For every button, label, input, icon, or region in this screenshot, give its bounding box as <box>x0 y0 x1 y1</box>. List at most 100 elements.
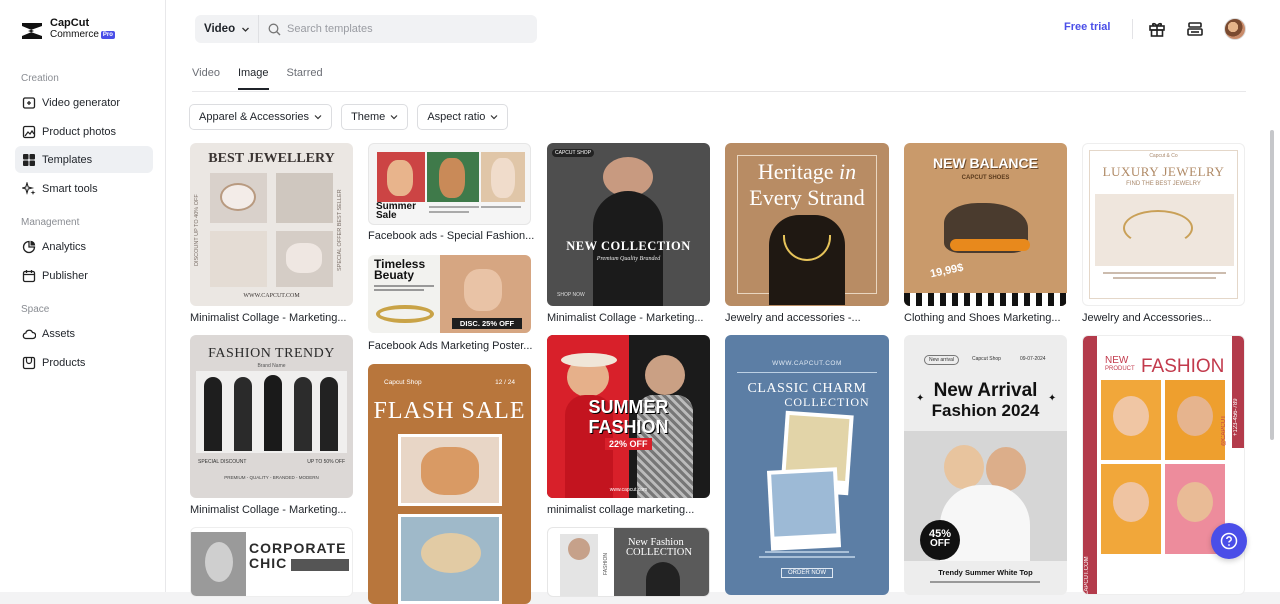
template-card-new-collection[interactable]: CAPCUT SHOP NEW COLLECTION Premium Quali… <box>547 143 710 306</box>
sidebar-item-label: Products <box>42 356 86 369</box>
tab-starred[interactable]: Starred <box>287 65 323 90</box>
card-title: NEW COLLECTION <box>566 239 691 253</box>
search-icon <box>268 23 281 35</box>
type-select[interactable]: Video <box>195 15 259 43</box>
filter-label: Apparel & Accessories <box>199 111 310 123</box>
card-subtitle: Premium Quality Branded <box>596 256 661 262</box>
sidebar-item-templates[interactable]: Templates <box>15 146 153 173</box>
sidebar-item-label: Analytics <box>42 240 87 253</box>
calendar-icon <box>22 269 36 282</box>
card-title: Heritage in <box>725 159 889 185</box>
card-subtitle: FIND THE BEST JEWELRY <box>1126 181 1201 187</box>
scrollbar-thumb[interactable] <box>1270 130 1274 440</box>
avatar[interactable] <box>1224 18 1246 40</box>
template-card-luxury-jewelry[interactable]: Capcut & Co LUXURY JEWELRY FIND THE BEST… <box>1082 143 1245 306</box>
products-icon <box>22 356 36 369</box>
template-card-heritage[interactable]: Heritage in Every Strand <box>725 143 889 306</box>
stack-icon[interactable] <box>1185 19 1205 39</box>
sidebar-item-label: Product photos <box>42 125 116 138</box>
card-title-2: CHIC <box>249 555 288 571</box>
template-card-fashion-trendy[interactable]: FASHION TRENDY Brand Name SPECIAL DISCOU… <box>190 335 353 498</box>
card-title: FLASH SALE <box>373 398 526 424</box>
template-caption[interactable]: Minimalist Collage - Marketing... <box>190 312 347 324</box>
sidebar-item-label: Smart tools <box>42 182 98 195</box>
card-side-text-3: CAPCUT.COM <box>1084 556 1090 595</box>
filter-theme[interactable]: Theme <box>341 104 409 130</box>
template-card-new-balance[interactable]: NEW BALANCE CAPCUT SHOES 19,99$ <box>904 143 1067 306</box>
filter-label: Aspect ratio <box>427 111 486 123</box>
sidebar-item-product-photos[interactable]: Product photos <box>15 118 153 145</box>
sparkle-icon: ✦ <box>916 393 925 404</box>
template-card-best-jewellery[interactable]: BEST JEWELLERY DISCOUNT UP TO 40% OFF SP… <box>190 143 353 306</box>
pro-badge: Pro <box>100 30 115 39</box>
card-title: New Arrival <box>933 380 1038 401</box>
filter-bar: Apparel & Accessories Theme Aspect ratio <box>189 104 509 130</box>
sidebar-item-smart-tools[interactable]: Smart tools <box>15 175 153 202</box>
card-url: WWW.CAPCUT.COM <box>772 360 842 367</box>
templates-icon <box>23 153 35 166</box>
sidebar-item-video-generator[interactable]: Video generator <box>15 89 153 116</box>
card-footer: ORDER NOW <box>781 568 833 578</box>
sidebar-item-analytics[interactable]: Analytics <box>15 233 153 260</box>
card-footer: www.capcut.com <box>609 487 648 493</box>
card-title-1: SUMMER <box>588 397 669 417</box>
card-side-text: DISCOUNT UP TO 40% OFF <box>194 194 200 266</box>
type-select-value: Video <box>204 23 236 35</box>
card-title-2: COLLECTION <box>626 547 692 558</box>
card-side-text-2: @CAPCUT <box>1221 415 1227 446</box>
gift-icon[interactable] <box>1147 19 1167 39</box>
template-card-new-arrival[interactable]: New arrival Capcut Shop 09-07-2024 New A… <box>904 335 1067 595</box>
card-title: Timeless Beuaty <box>374 257 426 282</box>
free-trial-link[interactable]: Free trial <box>1064 21 1110 33</box>
template-caption[interactable]: Jewelry and Accessories... <box>1082 312 1212 324</box>
cloud-icon <box>22 329 36 339</box>
header-divider <box>1132 19 1133 39</box>
card-badge-2: OFF <box>930 538 950 549</box>
chevron-down-icon <box>314 115 322 120</box>
template-caption[interactable]: Clothing and Shoes Marketing... <box>904 312 1061 324</box>
sidebar-item-assets[interactable]: Assets <box>15 320 153 347</box>
tab-video[interactable]: Video <box>192 65 220 90</box>
sparkle-icon <box>22 181 36 195</box>
template-card-flash-sale[interactable]: Capcut Shop 12 / 24 FLASH SALE <box>368 364 531 604</box>
filter-aspect-ratio[interactable]: Aspect ratio <box>417 104 509 130</box>
card-footer: WWW.CAPCUT.COM <box>243 293 300 299</box>
filter-category[interactable]: Apparel & Accessories <box>189 104 333 130</box>
card-subtitle: COLLECTION <box>784 395 870 409</box>
sidebar: CapCut Commerce Pro Creation Video genera… <box>0 0 166 592</box>
template-caption[interactable]: Jewelry and accessories -... <box>725 312 861 324</box>
tab-image[interactable]: Image <box>237 65 269 90</box>
card-title: FASHION TRENDY <box>208 346 335 361</box>
card-price: 19,99$ <box>929 261 965 281</box>
section-label-management: Management <box>21 217 80 228</box>
card-badge: 22% OFF <box>605 438 652 450</box>
template-card-classic-charm[interactable]: WWW.CAPCUT.COM CLASSIC CHARM COLLECTION … <box>725 335 889 595</box>
chevron-down-icon <box>390 115 398 120</box>
template-card-timeless-beauty[interactable]: Timeless Beuaty DISC. 25% OFF <box>368 255 531 333</box>
template-card-corporate-chic[interactable]: CORPORATE CHIC <box>190 527 353 597</box>
chevron-down-icon <box>242 27 249 32</box>
sidebar-item-products[interactable]: Products <box>15 349 153 376</box>
card-shop: Capcut Shop <box>972 356 1001 362</box>
tabs-divider <box>192 91 1246 92</box>
template-card-summer-fashion[interactable]: SUMMER FASHION 22% OFF www.capcut.com <box>547 335 710 498</box>
template-caption[interactable]: Minimalist Collage - Marketing... <box>547 312 704 324</box>
help-button[interactable] <box>1211 523 1247 559</box>
help-icon <box>1220 532 1238 550</box>
template-card-new-fashion-collection[interactable]: FASHION New Fashion COLLECTION <box>547 527 710 597</box>
sidebar-item-publisher[interactable]: Publisher <box>15 262 153 289</box>
sidebar-item-label: Assets <box>42 327 76 340</box>
card-brand: CAPCUT SHOP <box>552 149 595 157</box>
brand-logo[interactable]: CapCut Commerce Pro <box>20 18 115 40</box>
template-caption[interactable]: Minimalist Collage - Marketing... <box>190 504 347 516</box>
video-plus-icon <box>22 96 36 109</box>
template-caption[interactable]: minimalist collage marketing... <box>547 504 694 516</box>
search-input[interactable] <box>287 23 527 35</box>
template-caption[interactable]: Facebook ads - Special Fashion... <box>368 230 534 242</box>
card-side-text: FASHION <box>603 553 609 575</box>
template-caption[interactable]: Facebook Ads Marketing Poster... <box>368 340 532 352</box>
template-card-summer-sale[interactable]: Summer Sale <box>368 143 531 225</box>
filter-label: Theme <box>351 111 386 123</box>
card-title: BEST JEWELLERY <box>208 151 335 166</box>
card-title: NEW BALANCE <box>933 155 1038 171</box>
